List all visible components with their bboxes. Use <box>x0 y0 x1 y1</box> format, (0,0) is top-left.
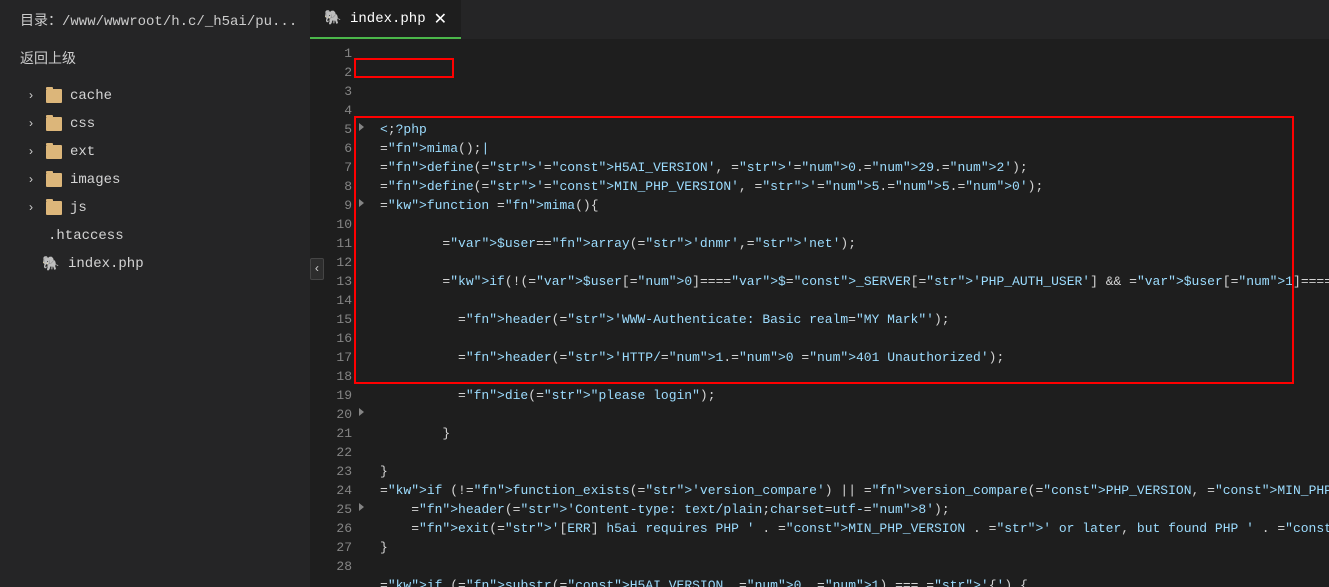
editor-pane: 🐘 index.php ✕ 12345678910111213141516171… <box>310 0 1329 587</box>
sidebar-item-images[interactable]: › images <box>0 166 310 194</box>
tab-bar: 🐘 index.php ✕ <box>310 0 1329 40</box>
chevron-right-icon: › <box>24 117 38 131</box>
close-icon[interactable]: ✕ <box>434 9 447 29</box>
sidebar-item-js[interactable]: › js <box>0 194 310 222</box>
tree-item-label: images <box>70 172 120 188</box>
code-editor[interactable]: 1234567891011121314151617181920212223242… <box>310 40 1329 587</box>
file-tree: › cache › css › ext › images › js .htacc… <box>0 78 310 278</box>
tree-item-label: ext <box>70 144 95 160</box>
chevron-right-icon: › <box>24 145 38 159</box>
tree-item-label: index.php <box>68 256 144 272</box>
tab-indexphp[interactable]: 🐘 index.php ✕ <box>310 0 461 39</box>
tree-item-label: css <box>70 116 95 132</box>
code-content[interactable]: <;?php="fn">mima();|="fn">define(="str">… <box>362 40 1329 587</box>
chevron-right-icon: › <box>24 89 38 103</box>
folder-icon <box>46 173 62 187</box>
sidebar-collapse-handle[interactable]: ‹ <box>310 258 324 280</box>
back-to-parent-link[interactable]: 返回上级 <box>0 40 310 78</box>
tree-item-label: js <box>70 200 87 216</box>
chevron-right-icon: › <box>24 201 38 215</box>
directory-path-label: 目录：/www/wwwroot/h.c/_h5ai/pu... <box>0 0 310 40</box>
php-file-icon: 🐘 <box>324 12 342 26</box>
sidebar-item-css[interactable]: › css <box>0 110 310 138</box>
php-file-icon: 🐘 <box>42 257 60 271</box>
folder-icon <box>46 89 62 103</box>
folder-icon <box>46 145 62 159</box>
line-number-gutter: 1234567891011121314151617181920212223242… <box>310 40 362 587</box>
sidebar-item-indexphp[interactable]: 🐘 index.php <box>0 250 310 278</box>
folder-icon <box>46 117 62 131</box>
file-tree-sidebar: 目录：/www/wwwroot/h.c/_h5ai/pu... 返回上级 › c… <box>0 0 310 587</box>
sidebar-item-htaccess[interactable]: .htaccess <box>0 222 310 250</box>
highlight-box-1 <box>354 58 454 78</box>
tree-item-label: .htaccess <box>48 228 124 244</box>
chevron-right-icon: › <box>24 173 38 187</box>
tab-label: index.php <box>350 11 426 27</box>
sidebar-item-ext[interactable]: › ext <box>0 138 310 166</box>
sidebar-item-cache[interactable]: › cache <box>0 82 310 110</box>
tree-item-label: cache <box>70 88 112 104</box>
folder-icon <box>46 201 62 215</box>
